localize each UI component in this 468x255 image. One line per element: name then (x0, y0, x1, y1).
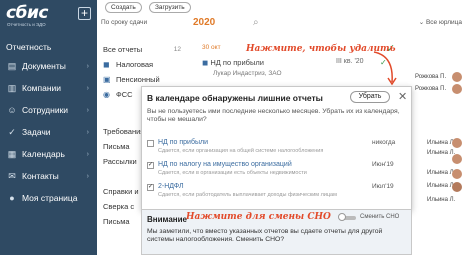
report-desc: Сдается, если работодатель выплачивает д… (158, 192, 337, 198)
tax-icon: ◼ (202, 58, 209, 67)
logo-subtitle: Отчетность и ЭДО (7, 22, 46, 27)
close-icon[interactable]: ✕ (398, 90, 407, 103)
list-item-label: Сверка с (103, 201, 135, 211)
toolbar: Создать Загрузить По сроку сдачи 2020 ⌕ … (97, 0, 468, 30)
hint-change-sno: Нажмите для смены СНО (186, 212, 331, 222)
dialog-title: В календаре обнаружены лишние отчеты (147, 93, 323, 103)
companies-icon: ▥ (7, 82, 17, 93)
chevron-right-icon: › (86, 172, 89, 180)
report-last-date: Июн'19 (372, 161, 394, 168)
sno-toggle-label: Сменить СНО (360, 214, 400, 220)
org-filter[interactable]: ⌄ Все юрлица (419, 18, 462, 26)
list-item-label: Пенсионный (116, 74, 160, 84)
report-last-date: Июл'19 (372, 183, 394, 190)
chevron-right-icon: › (86, 84, 89, 92)
sidebar-item-tasks[interactable]: ✓ Задачи › (0, 121, 97, 143)
sidebar-item-label: Календарь (22, 149, 65, 159)
list-item-label: Налоговая (116, 59, 154, 69)
extra-reports-dialog: В календаре обнаружены лишние отчеты Убр… (141, 86, 412, 210)
avatar (452, 182, 462, 192)
notice-text: Мы заметили, что вместо указанных отчето… (147, 228, 383, 243)
report-last-date: никогда (372, 139, 396, 146)
sidebar-item-employees[interactable]: ☺ Сотрудники › (0, 99, 97, 121)
dialog-text: Вы не пользуетесь ими последние нескольк… (147, 108, 400, 123)
sidebar-item-documents[interactable]: ▤ Документы › (0, 55, 97, 77)
documents-icon: ▤ (7, 60, 17, 71)
upload-button[interactable]: Загрузить (149, 2, 191, 13)
contacts-icon: ✉ (8, 170, 16, 181)
chevron-down-icon: ⌄ (418, 19, 425, 26)
sno-toggle[interactable] (338, 213, 346, 221)
add-icon[interactable]: + (78, 7, 91, 20)
employees-icon: ☺ (7, 105, 17, 115)
report-desc: Сдается, если в организации есть объекты… (158, 170, 307, 176)
org-filter-label: Все юрлица (425, 19, 462, 26)
report-name: НД по прибыли (210, 58, 264, 67)
report-name: 2-НДФЛ (158, 183, 184, 190)
chevron-right-icon: › (86, 62, 89, 70)
notice-title: Внимание (147, 215, 187, 224)
report-desc: Сдается, если организация на общей систе… (158, 148, 324, 154)
create-button[interactable]: Создать (105, 2, 142, 13)
list-item-label: Справки и (103, 186, 139, 196)
sidebar-item-contacts[interactable]: ✉ Контакты › (0, 165, 97, 187)
list-item-label: Письма (103, 216, 130, 226)
sno-notice: Внимание Нажмите для смены СНО Сменить С… (141, 210, 412, 255)
sidebar-item-label: Моя страница (22, 193, 78, 203)
assignee: Ильина Л. (427, 197, 456, 203)
fss-icon: ◉ (103, 89, 110, 99)
checkbox-checked[interactable]: ✓ (147, 162, 154, 169)
pension-icon: ▣ (103, 74, 111, 84)
sidebar-item-label: Сотрудники (22, 105, 69, 115)
tax-icon: ◼ (103, 59, 110, 69)
assignee: Ильина Л. (427, 150, 456, 156)
tasks-icon: ✓ (8, 126, 16, 137)
avatar (452, 72, 462, 82)
list-item-pension[interactable]: ▣ Пенсионный (97, 72, 185, 86)
sidebar-item-label: Контакты (22, 171, 59, 181)
report-name: НД по прибыли (158, 139, 208, 146)
item-count: 12 (173, 45, 181, 53)
search-icon[interactable]: ⌕ (253, 17, 259, 28)
sidebar-item-label: Компании (22, 83, 62, 93)
checkbox-checked[interactable]: ✓ (147, 184, 154, 191)
list-item-tax[interactable]: ◼ Налоговая (97, 57, 185, 71)
arrow-down-icon (373, 51, 397, 86)
list-item-label: Требования (103, 126, 145, 136)
sidebar-item-label: Отчетность (6, 42, 52, 52)
calendar-icon: ▦ (7, 148, 17, 159)
logo[interactable]: сбис (6, 3, 48, 23)
remove-button[interactable]: Убрать (350, 91, 390, 103)
sidebar-item-calendar[interactable]: ▦ Календарь › (0, 143, 97, 165)
list-item-all[interactable]: Все отчеты 12 (97, 42, 185, 56)
sidebar-item-companies[interactable]: ▥ Компании › (0, 77, 97, 99)
sidebar: сбис Отчетность и ЭДО + Отчетность ▤ Док… (0, 0, 97, 255)
avatar (452, 169, 462, 179)
list-item-label: ФСС (116, 89, 133, 99)
user-icon: ● (9, 193, 15, 203)
chevron-right-icon: › (86, 128, 89, 136)
checkbox[interactable] (147, 140, 154, 147)
chevron-right-icon: › (86, 150, 89, 158)
year-label[interactable]: 2020 (193, 17, 215, 28)
chevron-right-icon: › (86, 106, 89, 114)
avatar (452, 138, 462, 148)
avatar (452, 154, 462, 164)
sidebar-item-my-page[interactable]: ● Моя страница (0, 187, 97, 209)
sort-dropdown[interactable]: По сроку сдачи (101, 19, 147, 26)
list-item-label: Все отчеты (103, 44, 143, 54)
list-item-label: Рассылки (103, 156, 137, 166)
sidebar-item-label: Документы (22, 61, 66, 71)
report-name: НД по налогу на имущество организаций (158, 161, 292, 168)
avatar (452, 84, 462, 94)
sidebar-item-label: Задачи (22, 127, 51, 137)
list-item-label: Письма (103, 141, 130, 151)
